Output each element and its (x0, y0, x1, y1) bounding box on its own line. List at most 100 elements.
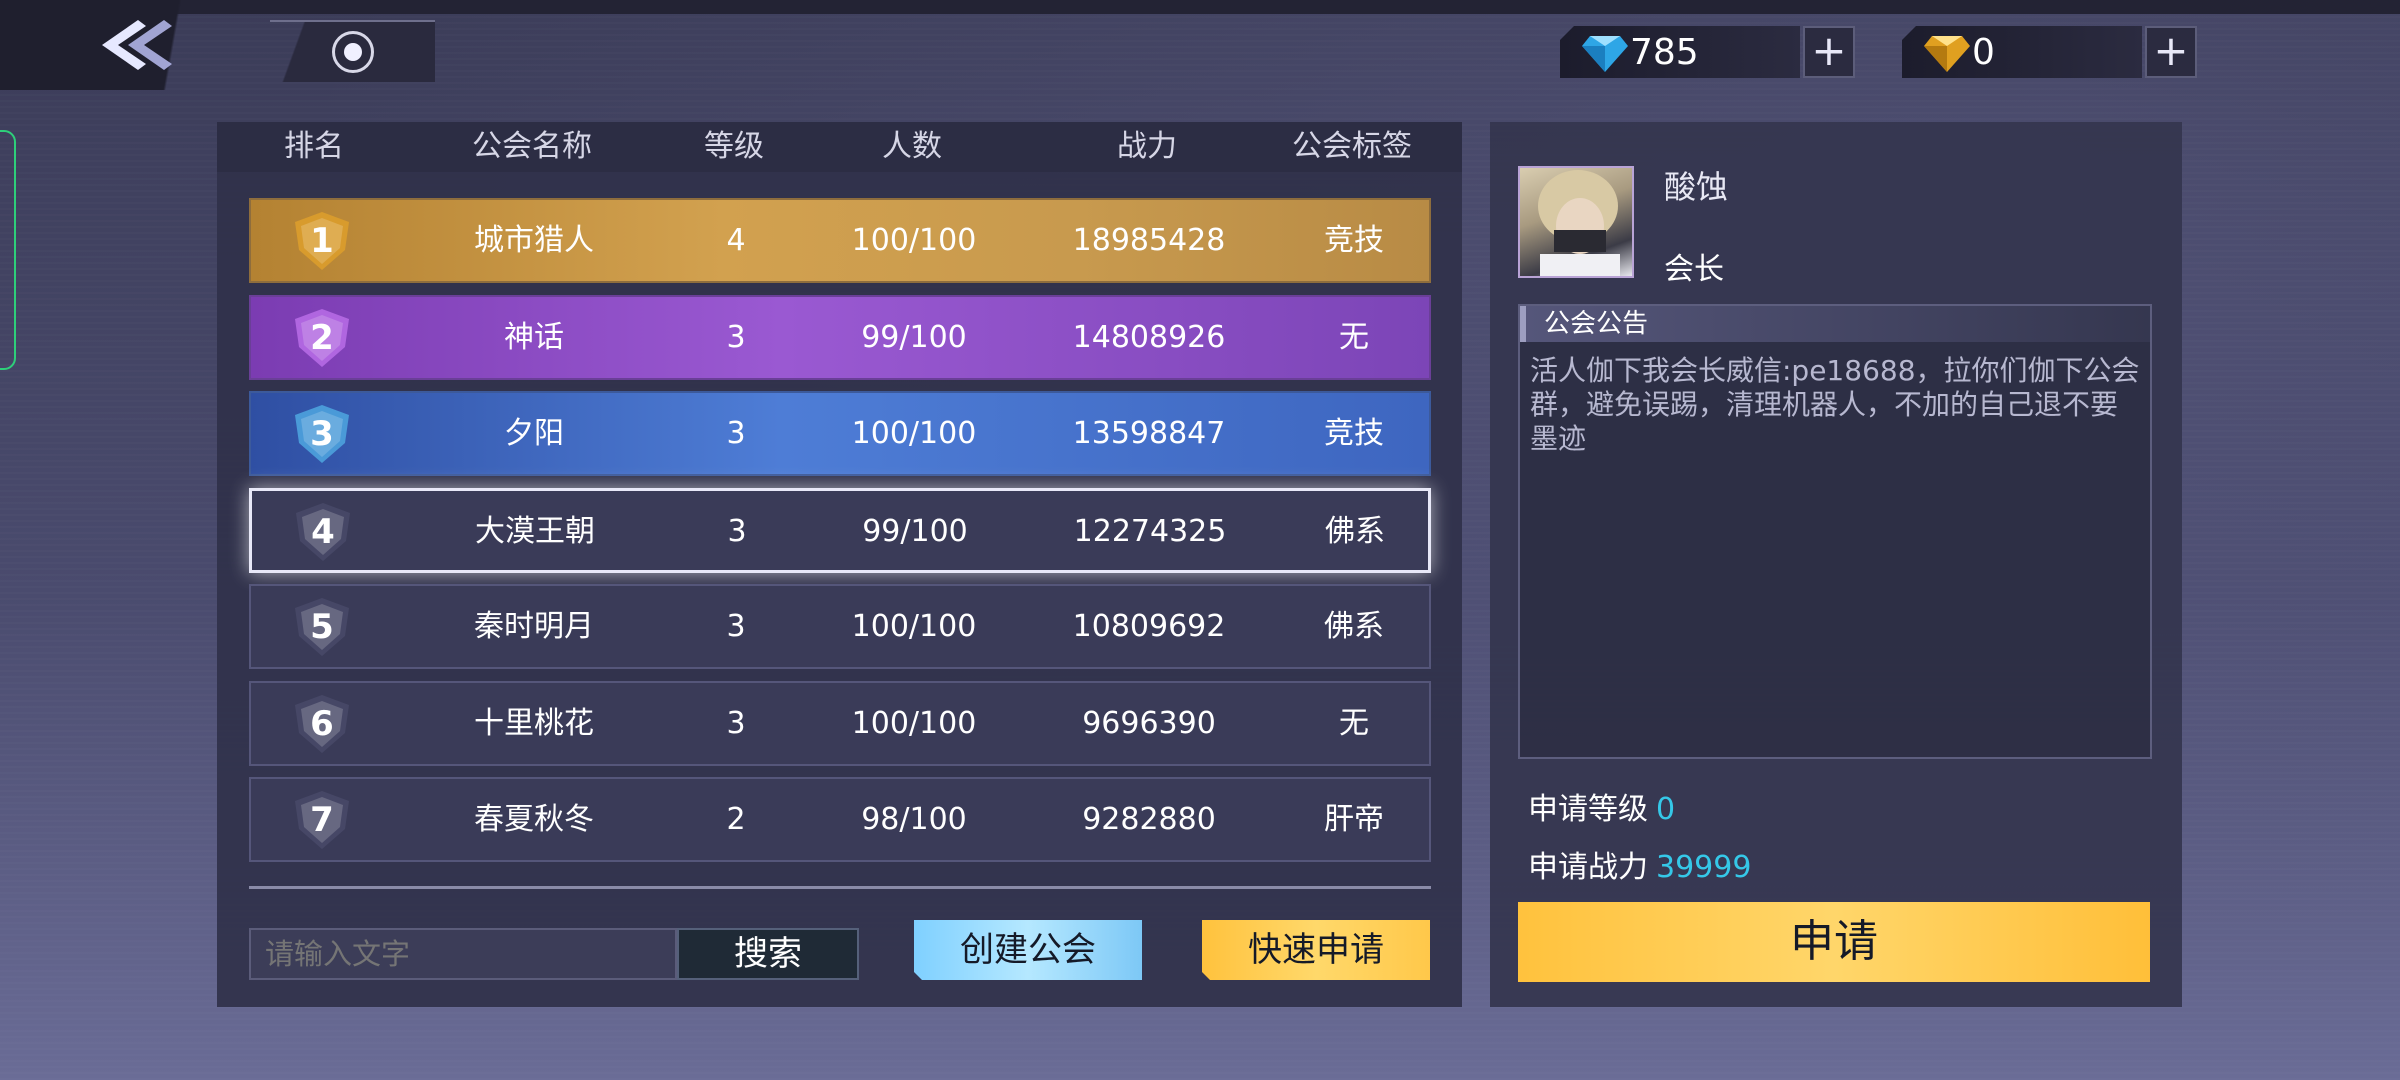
list-scroll-indicator (249, 886, 1431, 889)
gold-currency: 0 + (1902, 26, 2197, 78)
diamond-icon (1582, 36, 1628, 72)
guild-tag: 佛系 (1324, 609, 1384, 644)
guild-name: 大漠王朝 (475, 513, 595, 549)
guild-tag: 竞技 (1324, 223, 1384, 258)
col-tag: 公会标签 (1292, 129, 1412, 164)
apply-button[interactable]: 申请 (1518, 902, 2150, 982)
col-rank: 排名 (284, 129, 344, 164)
required-power: 申请战力 39999 (1528, 842, 1751, 886)
guild-name: 夕阳 (504, 416, 564, 451)
guild-tag: 竞技 (1324, 416, 1384, 451)
top-strip (0, 0, 2400, 14)
guild-level: 4 (726, 223, 746, 258)
guild-level: 3 (726, 609, 746, 644)
guild-power: 9282880 (1082, 802, 1216, 837)
guild-power: 12274325 (1073, 513, 1227, 549)
guild-name: 十里桃花 (474, 705, 594, 741)
guild-row[interactable]: 5 秦时明月 3 100/100 10809692 佛系 (249, 584, 1431, 669)
avatar-portrait (1538, 170, 1620, 276)
rank-number: 1 (310, 221, 334, 261)
rank-badge: 3 (289, 403, 355, 465)
guild-members: 100/100 (851, 223, 977, 258)
required-power-label: 申请战力 (1528, 850, 1648, 885)
back-arrow-icon (102, 20, 172, 70)
guild-level: 3 (726, 416, 746, 451)
guild-name: 秦时明月 (474, 609, 594, 644)
quick-apply-button[interactable]: 快速申请 (1202, 920, 1430, 980)
add-diamond-button[interactable]: + (1803, 26, 1855, 78)
required-power-value: 39999 (1656, 850, 1752, 885)
required-level-value: 0 (1656, 792, 1676, 827)
notice-title: 公会公告 (1520, 306, 2150, 342)
guild-members: 100/100 (851, 705, 977, 741)
guild-members: 99/100 (862, 513, 968, 549)
guild-row[interactable]: 1 城市猎人 4 100/100 18985428 竞技 (249, 198, 1431, 283)
guild-power: 9696390 (1082, 705, 1216, 741)
guild-level: 3 (726, 319, 746, 355)
col-power: 战力 (1117, 129, 1177, 164)
guild-power: 18985428 (1072, 223, 1226, 258)
guild-tag: 无 (1339, 319, 1369, 355)
rank-number: 6 (310, 703, 334, 744)
guild-tag: 佛系 (1325, 513, 1385, 549)
guild-row[interactable]: 2 神话 3 99/100 14808926 无 (249, 294, 1431, 380)
guild-notice: 公会公告 活人伽下我会长威信:pe18688，拉你们伽下公会群，避免误踢，清理机… (1518, 304, 2152, 759)
rank-badge: 2 (289, 307, 355, 369)
required-level: 申请等级 0 (1528, 784, 1675, 828)
gold-bar: 0 (1902, 26, 2142, 78)
guild-row[interactable]: 3 夕阳 3 100/100 13598847 竞技 (249, 391, 1431, 476)
leader-name: 酸蚀 (1664, 168, 1729, 206)
col-level: 等级 (704, 129, 764, 164)
guild-power: 14808926 (1072, 319, 1226, 355)
home-icon (332, 31, 374, 73)
leader-avatar (1518, 166, 1634, 278)
guild-members: 98/100 (861, 802, 967, 837)
guild-level: 2 (726, 802, 746, 837)
col-members: 人数 (882, 129, 942, 164)
rank-number: 7 (310, 800, 334, 840)
search-button[interactable]: 搜索 (677, 928, 859, 980)
side-tab-outline (0, 130, 16, 370)
guild-detail-panel: 酸蚀 会长 公会公告 活人伽下我会长威信:pe18688，拉你们伽下公会群，避免… (1490, 122, 2182, 1007)
add-gold-button[interactable]: + (2145, 26, 2197, 78)
diamond-amount: 785 (1630, 31, 1699, 73)
search-input[interactable] (249, 928, 677, 980)
guild-row[interactable]: 6 十里桃花 3 100/100 9696390 无 (249, 680, 1431, 766)
gold-amount: 0 (1972, 31, 1995, 73)
rank-badge: 6 (289, 693, 355, 755)
guild-power: 13598847 (1072, 416, 1226, 451)
col-name: 公会名称 (472, 129, 592, 164)
guild-name: 城市猎人 (474, 223, 594, 258)
home-button[interactable] (270, 20, 435, 82)
leader-title: 会长 (1664, 252, 1724, 287)
rank-number: 4 (311, 511, 335, 552)
gold-gem-icon (1924, 36, 1970, 72)
notice-text: 活人伽下我会长威信:pe18688，拉你们伽下公会群，避免误踢，清理机器人，不加… (1530, 354, 2140, 455)
rank-badge: 1 (289, 210, 355, 272)
table-header: 排名 公会名称 等级 人数 战力 公会标签 (217, 122, 1462, 172)
guild-members: 100/100 (851, 416, 977, 451)
guild-level: 3 (727, 513, 747, 549)
rank-number: 2 (310, 317, 334, 358)
guild-name: 春夏秋冬 (474, 802, 594, 837)
create-guild-button[interactable]: 创建公会 (914, 920, 1142, 980)
diamond-currency: 785 + (1560, 26, 1855, 78)
guild-list-panel: 排名 公会名称 等级 人数 战力 公会标签 1 城市猎人 4 100/100 18985… (217, 122, 1462, 1007)
guild-level: 3 (726, 705, 746, 741)
rank-number: 3 (310, 414, 334, 454)
guild-name: 神话 (504, 319, 564, 355)
guild-members: 100/100 (851, 609, 977, 644)
guild-row[interactable]: 4 大漠王朝 3 99/100 12274325 佛系 (249, 487, 1431, 573)
guild-tag: 无 (1339, 705, 1369, 741)
guild-row[interactable]: 7 春夏秋冬 2 98/100 9282880 肝帝 (249, 777, 1431, 862)
guild-members: 99/100 (861, 319, 967, 355)
guild-tag: 肝帝 (1324, 802, 1384, 837)
rank-badge: 7 (289, 789, 355, 851)
rank-number: 5 (310, 607, 334, 647)
required-level-label: 申请等级 (1528, 792, 1648, 827)
diamond-bar: 785 (1560, 26, 1800, 78)
guild-power: 10809692 (1072, 609, 1226, 644)
rank-badge: 4 (290, 501, 356, 563)
rank-badge: 5 (289, 596, 355, 658)
back-button[interactable] (0, 0, 240, 90)
